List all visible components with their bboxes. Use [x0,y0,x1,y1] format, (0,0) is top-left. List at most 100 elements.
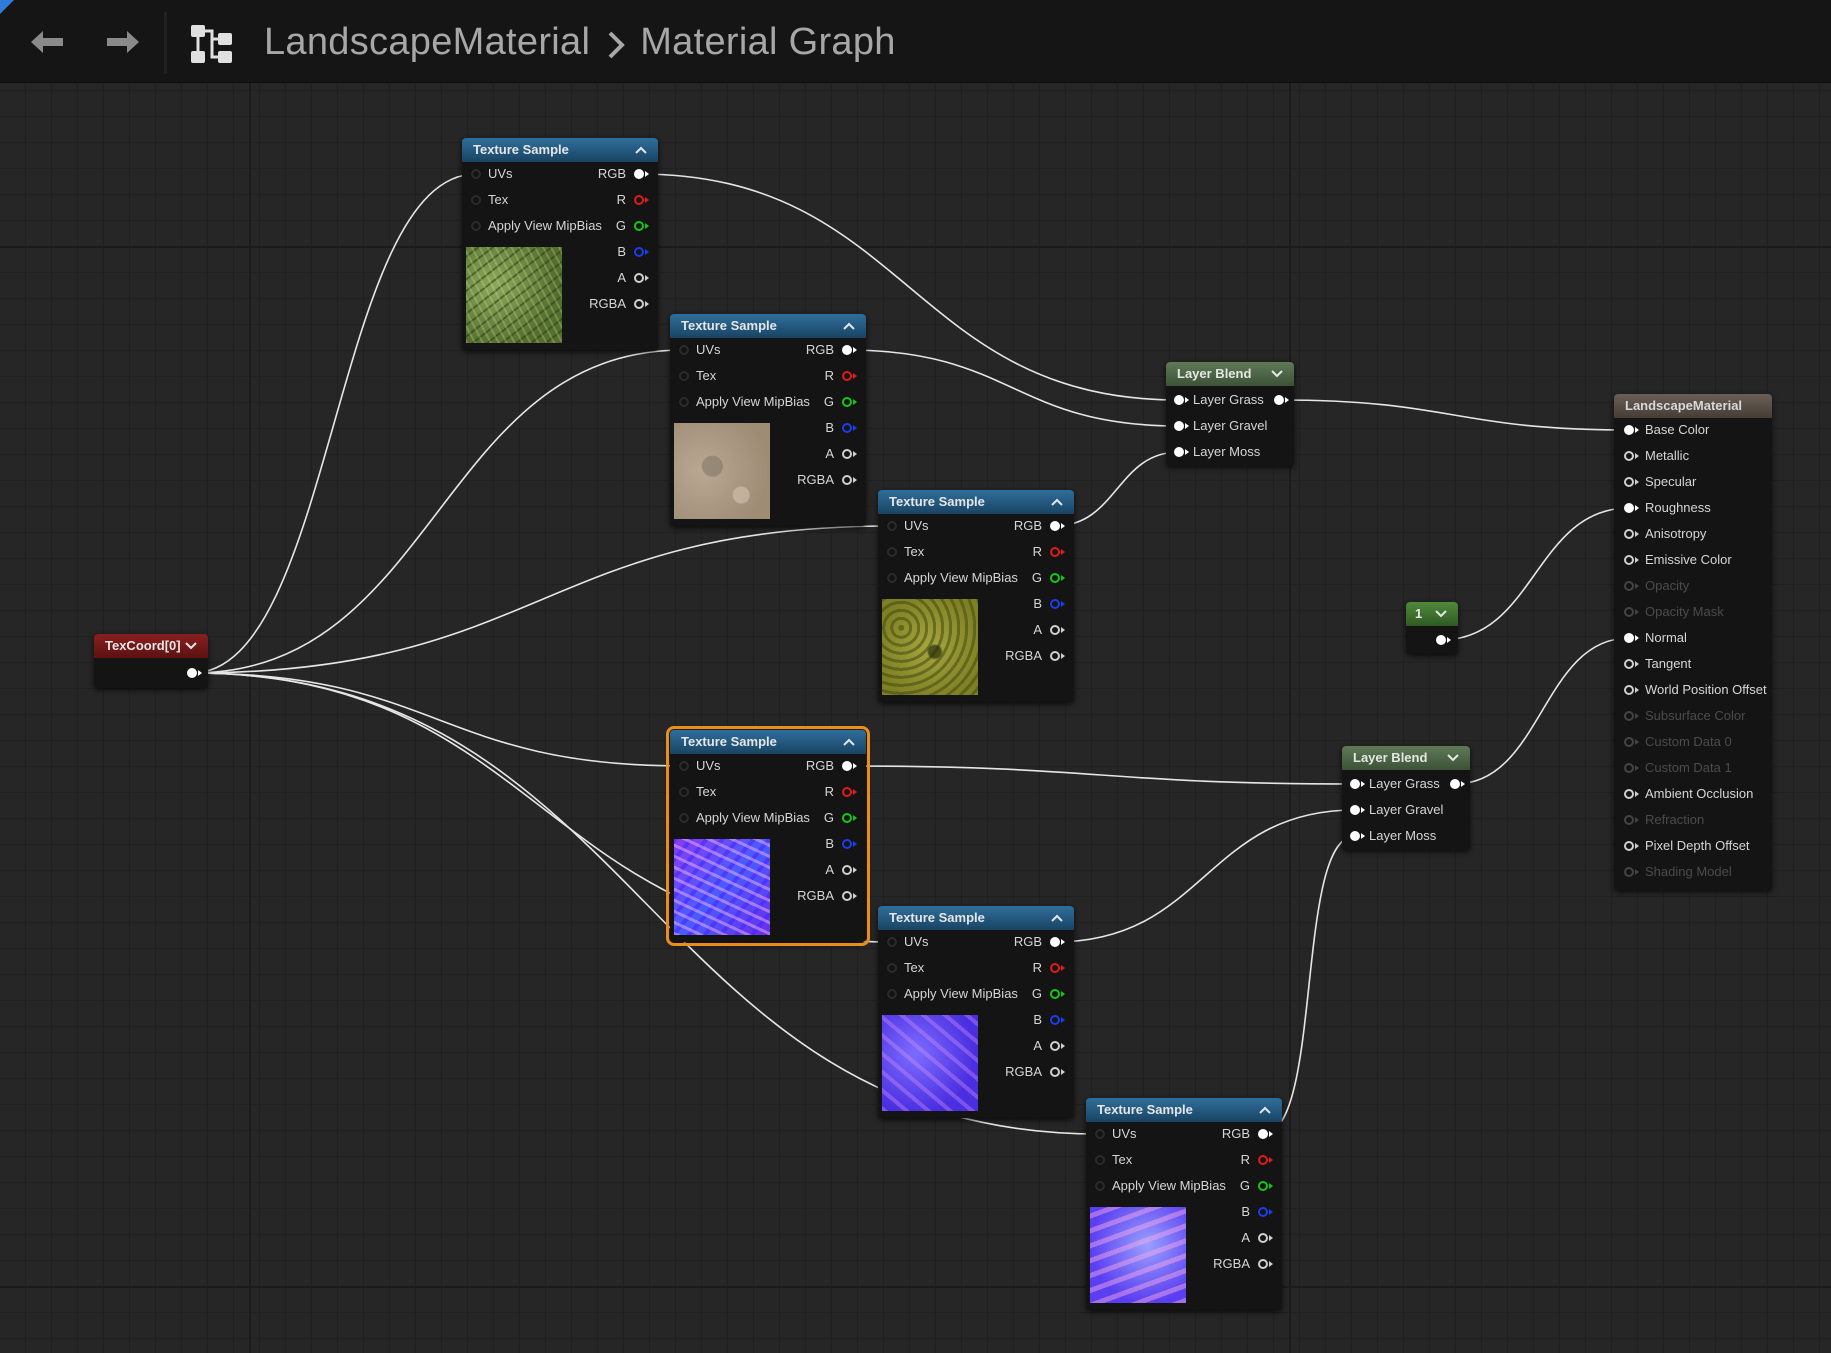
output-pin-rgb[interactable] [1050,521,1060,531]
input-pin-apply-view-mipbias[interactable] [679,397,689,407]
input-pin-apply-view-mipbias[interactable] [679,813,689,823]
input-pin-layer-grass[interactable] [1350,779,1360,789]
output-pin-g[interactable] [634,221,644,231]
input-pin-ambient-occlusion[interactable] [1624,789,1634,799]
input-pin-tex[interactable] [887,963,897,973]
input-pin-specular[interactable] [1624,477,1634,487]
input-pin-uvs[interactable] [887,937,897,947]
output-pin-b[interactable] [634,247,644,257]
collapse-button[interactable] [1256,1098,1274,1122]
output-pin-rgb[interactable] [842,761,852,771]
collapse-button[interactable] [632,138,650,162]
collapse-button[interactable] [1048,906,1066,930]
material-graph-canvas[interactable] [0,83,1831,1353]
output-pin-rgb[interactable] [634,169,644,179]
collapse-button[interactable] [840,314,858,338]
output-pin-rgb[interactable] [842,345,852,355]
input-pin-apply-view-mipbias[interactable] [887,573,897,583]
input-pin-metallic[interactable] [1624,451,1634,461]
input-pin-base-color[interactable] [1624,425,1634,435]
output-pin-r[interactable] [634,195,644,205]
input-pin-uvs[interactable] [679,345,689,355]
output-pin-rgba[interactable] [634,299,644,309]
output-pin-a[interactable] [842,449,852,459]
layer-blend-node[interactable]: Layer Blend Layer Grass Layer Gravel Layer … [1166,362,1294,466]
collapse-button[interactable] [1048,490,1066,514]
output-pin-rgba[interactable] [1050,1067,1060,1077]
input-pin-layer-grass[interactable] [1174,395,1184,405]
output-pin-rgb[interactable] [1258,1129,1268,1139]
input-pin-tex[interactable] [471,195,481,205]
output-pin[interactable] [1450,779,1460,789]
collapse-button[interactable] [840,730,858,754]
output-pin-a[interactable] [1050,1041,1060,1051]
output-pin[interactable] [1436,635,1446,645]
output-pin-a[interactable] [1258,1233,1268,1243]
expand-button[interactable] [1268,362,1286,386]
output-pin-rgba[interactable] [1050,651,1060,661]
input-pin-tex[interactable] [887,547,897,557]
output-pin-a[interactable] [842,865,852,875]
texture-sample-node[interactable]: Texture Sample UVs Tex Apply View MipBias RG… [1086,1098,1282,1310]
output-pin-b[interactable] [1050,1015,1060,1025]
input-pin-normal[interactable] [1624,633,1634,643]
texture-sample-node[interactable]: Texture Sample UVs Tex Apply View MipBias RG… [670,314,866,526]
output-pin-b[interactable] [842,839,852,849]
expand-button[interactable] [182,634,200,658]
input-pin-layer-gravel[interactable] [1350,805,1360,815]
expand-button[interactable] [1432,602,1450,626]
output-pin-r[interactable] [842,371,852,381]
input-pin-layer-moss[interactable] [1350,831,1360,841]
output-pin-rgba[interactable] [842,891,852,901]
output-pin-g[interactable] [842,813,852,823]
input-pin-tangent[interactable] [1624,659,1634,669]
back-button[interactable] [22,22,72,62]
input-pin-world-position-offset[interactable] [1624,685,1634,695]
output-pin-b[interactable] [1050,599,1060,609]
texture-sample-node[interactable]: Texture Sample UVs Tex Apply View MipBias RG… [666,726,870,946]
breadcrumb-item-material-graph[interactable]: Material Graph [640,21,896,64]
output-pin-rgba[interactable] [1258,1259,1268,1269]
output-pin-g[interactable] [842,397,852,407]
output-pin-b[interactable] [1258,1207,1268,1217]
input-pin-apply-view-mipbias[interactable] [471,221,481,231]
output-pin-a[interactable] [1050,625,1060,635]
input-pin-tex[interactable] [679,787,689,797]
input-pin-tex[interactable] [1095,1155,1105,1165]
input-pin-uvs[interactable] [887,521,897,531]
input-pin-uvs[interactable] [679,761,689,771]
output-pin-rgb[interactable] [1050,937,1060,947]
output-pin-r[interactable] [1050,963,1060,973]
input-pin-layer-gravel[interactable] [1174,421,1184,431]
output-pin-r[interactable] [842,787,852,797]
input-pin-tex[interactable] [679,371,689,381]
output-pin-a[interactable] [634,273,644,283]
output-pin[interactable] [187,668,197,678]
input-pin-pixel-depth-offset[interactable] [1624,841,1634,851]
output-pin-r[interactable] [1050,547,1060,557]
input-pin-apply-view-mipbias[interactable] [887,989,897,999]
input-pin-layer-moss[interactable] [1174,447,1184,457]
texture-sample-node[interactable]: Texture Sample UVs Tex Apply View MipBias RG… [878,906,1074,1118]
constant-node[interactable]: 1 [1406,602,1458,654]
texture-sample-node[interactable]: Texture Sample UVs Tex Apply View MipBias RG… [462,138,658,350]
layer-blend-node[interactable]: Layer Blend Layer Grass Layer Gravel Layer … [1342,746,1470,850]
input-pin-anisotropy[interactable] [1624,529,1634,539]
output-pin-g[interactable] [1050,573,1060,583]
texture-sample-node[interactable]: Texture Sample UVs Tex Apply View MipBias RG… [878,490,1074,702]
output-pin-r[interactable] [1258,1155,1268,1165]
breadcrumb-item-landscapematerial[interactable]: LandscapeMaterial [264,21,590,64]
output-pin[interactable] [1274,395,1284,405]
output-pin-g[interactable] [1258,1181,1268,1191]
input-pin-uvs[interactable] [1095,1129,1105,1139]
texcoord-node[interactable]: TexCoord[0] [94,634,208,688]
input-pin-apply-view-mipbias[interactable] [1095,1181,1105,1191]
expand-button[interactable] [1444,746,1462,770]
output-pin-b[interactable] [842,423,852,433]
output-pin-rgba[interactable] [842,475,852,485]
forward-button[interactable] [98,22,148,62]
input-pin-roughness[interactable] [1624,503,1634,513]
output-pin-g[interactable] [1050,989,1060,999]
landscape-material-result-node[interactable]: LandscapeMaterial Base Color Metallic Specu… [1614,394,1772,890]
input-pin-emissive-color[interactable] [1624,555,1634,565]
